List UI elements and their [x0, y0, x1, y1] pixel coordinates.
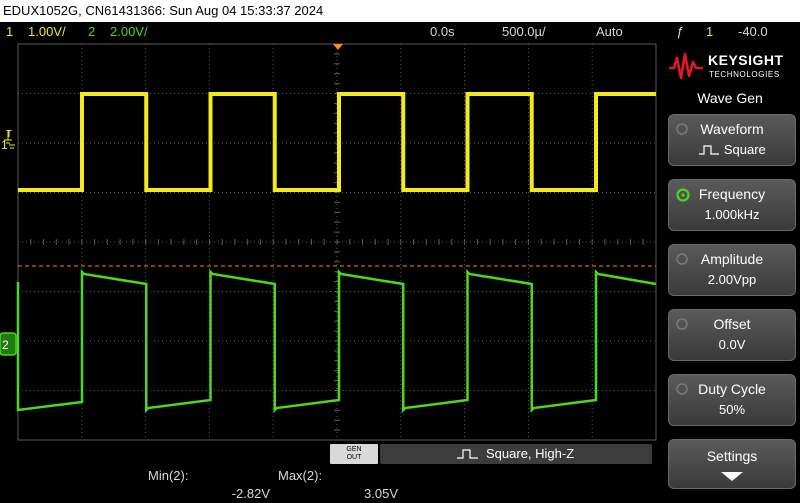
brand-tagline: TECHNOLOGIES	[709, 70, 780, 79]
title-bar: EDUX1052G, CN61431366: Sun Aug 04 15:33:…	[0, 0, 800, 22]
ch1-scale[interactable]: 1.00V/	[28, 22, 66, 42]
frequency-softkey[interactable]: Frequency 1.000kHz	[668, 179, 796, 231]
offset-value: 0.0V	[718, 337, 746, 352]
ch1-waveform	[18, 92, 656, 192]
horizontal-delay[interactable]: 0.0s	[430, 22, 455, 42]
trigger-mode[interactable]: Auto	[596, 22, 623, 42]
frequency-value: 1.000kHz	[704, 207, 760, 222]
ch2-marker-label: 2	[2, 338, 9, 352]
gen-out-label-bottom: OUT	[346, 454, 362, 461]
trigger-position-marker[interactable]	[333, 44, 343, 50]
measurement-bar: Min(2): -2.82V Max(2): 3.05V	[0, 466, 660, 503]
keysight-wave-icon	[669, 52, 703, 80]
waveform-softkey[interactable]: Waveform Square	[668, 114, 796, 166]
waveform-label: Waveform	[700, 121, 764, 137]
trigger-level[interactable]: -40.0	[738, 22, 768, 42]
status-bar: 1 1.00V/ 2 2.00V/ 0.0s 500.0µ/ Auto ƒ 1 …	[0, 22, 800, 42]
timebase[interactable]: 500.0µ/	[502, 22, 546, 42]
amplitude-value: 2.00Vpp	[707, 272, 757, 287]
generator-info-text: Square, High-Z	[486, 446, 575, 461]
offset-softkey[interactable]: Offset 0.0V	[668, 309, 796, 361]
menu-title: Wave Gen	[697, 90, 763, 106]
gen-out-label-top: GEN	[346, 446, 362, 453]
keysight-logo: KEYSIGHT TECHNOLOGIES	[668, 46, 796, 86]
square-wave-icon	[457, 449, 478, 459]
gen-out-indicator[interactable]: GEN OUT	[330, 444, 378, 464]
softkey-panel: KEYSIGHT TECHNOLOGIES Wave Gen Waveform …	[660, 42, 800, 503]
square-wave-icon	[699, 145, 720, 155]
duty-cycle-softkey[interactable]: Duty Cycle 50%	[668, 374, 796, 426]
settings-label: Settings	[706, 448, 758, 464]
trigger-slope-icon: ƒ	[676, 24, 684, 39]
generator-info: Square, High-Z	[380, 444, 652, 464]
measurement-max-label: Max(2):	[278, 468, 323, 483]
measurement-max-value: 3.05V	[364, 486, 398, 501]
brand-name: KEYSIGHT	[708, 52, 784, 68]
measurement-min-value: -2.82V	[231, 486, 270, 501]
duty-cycle-value: 50%	[718, 402, 746, 417]
duty-cycle-label: Duty Cycle	[698, 381, 766, 397]
ch1-marker-label: 1	[1, 138, 8, 152]
amplitude-label: Amplitude	[700, 251, 764, 267]
measurement-min-label: Min(2):	[148, 468, 189, 483]
ch1-number[interactable]: 1	[6, 22, 13, 42]
measurement-min[interactable]: Min(2): -2.82V	[148, 466, 270, 503]
offset-label: Offset	[713, 316, 751, 332]
settings-softkey[interactable]: Settings	[668, 439, 796, 489]
waveform-generator-bar: GEN OUT Square, High-Z	[0, 442, 660, 466]
ch2-number[interactable]: 2	[88, 22, 95, 42]
amplitude-softkey[interactable]: Amplitude 2.00Vpp	[668, 244, 796, 296]
waveform-display[interactable]: T 1 2	[0, 42, 660, 442]
down-arrow-icon	[721, 472, 743, 481]
trigger-channel: 1	[706, 24, 714, 39]
waveform-value: Square	[669, 142, 795, 157]
frequency-label: Frequency	[698, 186, 766, 202]
ch2-ground-marker[interactable]: 2	[0, 332, 17, 356]
ch2-scale[interactable]: 2.00V/	[110, 22, 148, 42]
waveform-value-text: Square	[723, 142, 766, 157]
measurement-max[interactable]: Max(2): 3.05V	[278, 466, 398, 503]
